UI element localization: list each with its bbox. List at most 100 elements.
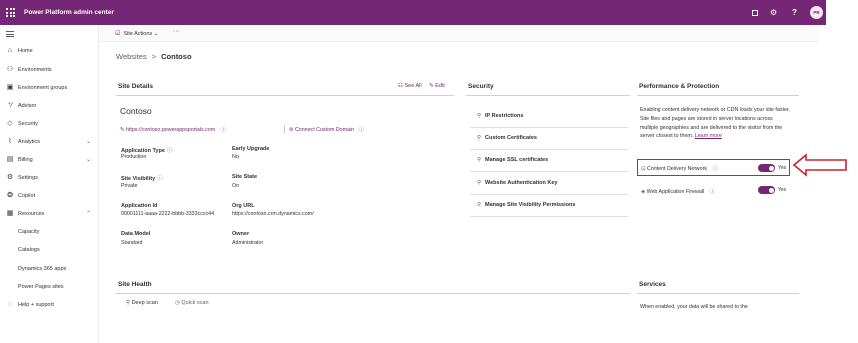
sidebar-item-power-pages-sites[interactable]: Power Pages sites xyxy=(0,281,99,295)
chevron-down-icon[interactable]: ⌄ xyxy=(86,156,91,163)
website-auth-key-item[interactable]: ⚲ Website Authentication Key xyxy=(477,180,557,186)
settings-icon: ⚙ xyxy=(6,174,14,181)
see-all-button[interactable]: ☷ See All xyxy=(398,83,422,89)
more-actions-button[interactable]: ··· xyxy=(173,28,180,35)
firewall-icon: ◈ xyxy=(641,189,646,195)
application-type-value: Production xyxy=(121,154,147,160)
learn-more-link[interactable]: Learn more xyxy=(695,133,722,139)
environments-icon: ⚇ xyxy=(6,66,14,73)
sidebar-item-catalogs[interactable]: Catalogs xyxy=(0,244,99,258)
top-bar: Power Platform admin center ⚙ ? PR xyxy=(0,0,826,25)
see-all-icon: ☷ xyxy=(398,83,403,89)
info-icon[interactable]: ⓘ xyxy=(157,176,163,182)
ip-restrictions-item[interactable]: ⚲ IP Restrictions xyxy=(477,113,523,119)
edit-button[interactable]: ✎ Edit xyxy=(429,83,445,89)
settings-icon[interactable]: ⚙ xyxy=(770,8,777,17)
sidebar-item-settings[interactable]: ⚙ Settings xyxy=(0,172,99,186)
waf-label: Web Application Firewall xyxy=(646,189,705,195)
breadcrumb-current: Contoso xyxy=(161,52,192,61)
services-title: Services xyxy=(639,281,666,288)
sidebar-item-dynamics-365-apps[interactable]: Dynamics 365 apps xyxy=(0,263,99,277)
sidebar-item-resources[interactable]: ▦ Resources ⌃ xyxy=(0,208,99,222)
site-actions-label: Site Actions xyxy=(123,31,153,37)
search-icon: ⚲ xyxy=(126,300,131,306)
performance-description: Enabling content delivery network or CDN… xyxy=(640,106,790,141)
site-state-value: On xyxy=(232,183,240,189)
site-actions-button[interactable]: ☑ Site Actions ⌄ xyxy=(115,30,158,37)
sidebar-item-environments[interactable]: ⚇ Environments xyxy=(0,64,99,78)
chevron-up-icon[interactable]: ⌃ xyxy=(86,210,91,217)
annotation-arrow-icon xyxy=(792,153,847,177)
app-title[interactable]: Power Platform admin center xyxy=(24,9,114,16)
connect-domain-row: ⊜ Connect Custom Domain ⓘ xyxy=(284,125,364,133)
edit-url-icon[interactable]: ✎ xyxy=(120,127,124,133)
custom-certificates-label: Custom Certificates xyxy=(485,135,537,141)
sidebar-item-copilot[interactable]: ❂ Copilot xyxy=(0,190,99,204)
chevron-down-icon[interactable]: ⌄ xyxy=(86,138,91,145)
window-icon[interactable] xyxy=(752,10,758,16)
info-icon[interactable]: ⓘ xyxy=(359,127,364,133)
sidebar-item-advisor[interactable]: ⁺⁄ Advisor xyxy=(0,100,99,114)
copilot-icon: ❂ xyxy=(7,192,13,199)
divider xyxy=(466,95,630,96)
sidebar-item-label: Analytics xyxy=(18,139,41,145)
connect-domain-label: Connect Custom Domain xyxy=(294,127,355,133)
sidebar-item-label: Help + support xyxy=(18,302,54,308)
data-model-label: Data Model xyxy=(121,231,151,237)
key-icon: ⚲ xyxy=(477,202,482,208)
sidebar-item-label: Copilot xyxy=(18,193,36,199)
site-name: Contoso xyxy=(120,106,152,116)
org-url-label: Org URL xyxy=(232,203,255,209)
divider xyxy=(637,293,799,294)
sidebar: ⌂ Home ⚇ Environments ▣ Environment grou… xyxy=(0,25,99,343)
hamburger-menu-icon[interactable] xyxy=(6,31,14,39)
sidebar-item-label: Home xyxy=(18,48,33,54)
deep-scan-label: Deep scan xyxy=(131,300,158,306)
sidebar-item-label: Environment groups xyxy=(18,85,68,91)
quick-scan-button[interactable]: ◷ Quick scan xyxy=(175,300,209,306)
app-launcher-icon[interactable] xyxy=(6,8,15,17)
application-id-label: Application Id xyxy=(121,203,158,209)
cdn-toggle[interactable] xyxy=(758,164,775,172)
info-icon[interactable]: ⓘ xyxy=(710,189,715,195)
chevron-down-icon: ⌄ xyxy=(153,31,159,37)
site-actions-icon: ☑ xyxy=(115,31,121,37)
sidebar-item-billing[interactable]: ▤ Billing ⌄ xyxy=(0,154,99,168)
site-visibility-permissions-item[interactable]: ⚲ Manage Site Visibility Permissions xyxy=(477,202,575,208)
help-icon[interactable]: ? xyxy=(792,8,797,17)
billing-icon: ▤ xyxy=(6,156,14,163)
sidebar-item-label: Advisor xyxy=(18,103,37,109)
sidebar-item-environment-groups[interactable]: ▣ Environment groups xyxy=(0,82,99,96)
sidebar-item-home[interactable]: ⌂ Home xyxy=(0,45,99,59)
sidebar-item-label: Resources xyxy=(18,211,45,217)
breadcrumb-websites-link[interactable]: Websites xyxy=(116,52,147,61)
info-icon[interactable]: ⓘ xyxy=(712,166,717,172)
avatar[interactable]: PR xyxy=(810,6,823,19)
owner-value: Administrator xyxy=(232,240,264,246)
application-id-value: 00001111-aaaa-2222-bbbb-3333cccc44 xyxy=(121,211,215,217)
custom-certificates-item[interactable]: ⚲ Custom Certificates xyxy=(477,135,537,141)
waf-toggle[interactable] xyxy=(758,186,775,194)
divider xyxy=(470,127,628,128)
sidebar-item-security[interactable]: ◇ Security xyxy=(0,118,99,132)
sidebar-item-analytics[interactable]: ⌇ Analytics ⌄ xyxy=(0,136,99,150)
waf-row: ◈ Web Application Firewall ⓘ xyxy=(641,187,715,195)
deep-scan-button[interactable]: ⚲ Deep scan xyxy=(126,300,158,306)
see-all-label: See All xyxy=(404,83,422,89)
sidebar-item-help-support[interactable]: ◌ Help + support xyxy=(0,299,99,313)
manage-ssl-item[interactable]: ⚲ Manage SSL certificates xyxy=(477,157,548,163)
owner-label: Owner xyxy=(232,231,250,237)
info-icon[interactable]: ⓘ xyxy=(221,127,226,133)
site-state-label: Site State xyxy=(232,174,258,180)
org-url-link[interactable]: https://contoso.crm.dynamics.com/ xyxy=(232,211,314,217)
help-support-icon: ◌ xyxy=(7,301,13,308)
waf-toggle-state: Yes xyxy=(778,187,787,193)
home-icon: ⌂ xyxy=(7,47,13,54)
info-icon[interactable]: ⓘ xyxy=(167,148,173,154)
environment-groups-icon: ▣ xyxy=(6,84,14,91)
edit-label: Edit xyxy=(435,83,445,89)
site-details-title: Site Details xyxy=(118,83,154,90)
site-url-link[interactable]: https://contoso.powerappsportals.com xyxy=(126,127,215,133)
sidebar-item-capacity[interactable]: Capacity xyxy=(0,226,99,240)
connect-domain-button[interactable]: ⊜ Connect Custom Domain xyxy=(289,127,354,133)
